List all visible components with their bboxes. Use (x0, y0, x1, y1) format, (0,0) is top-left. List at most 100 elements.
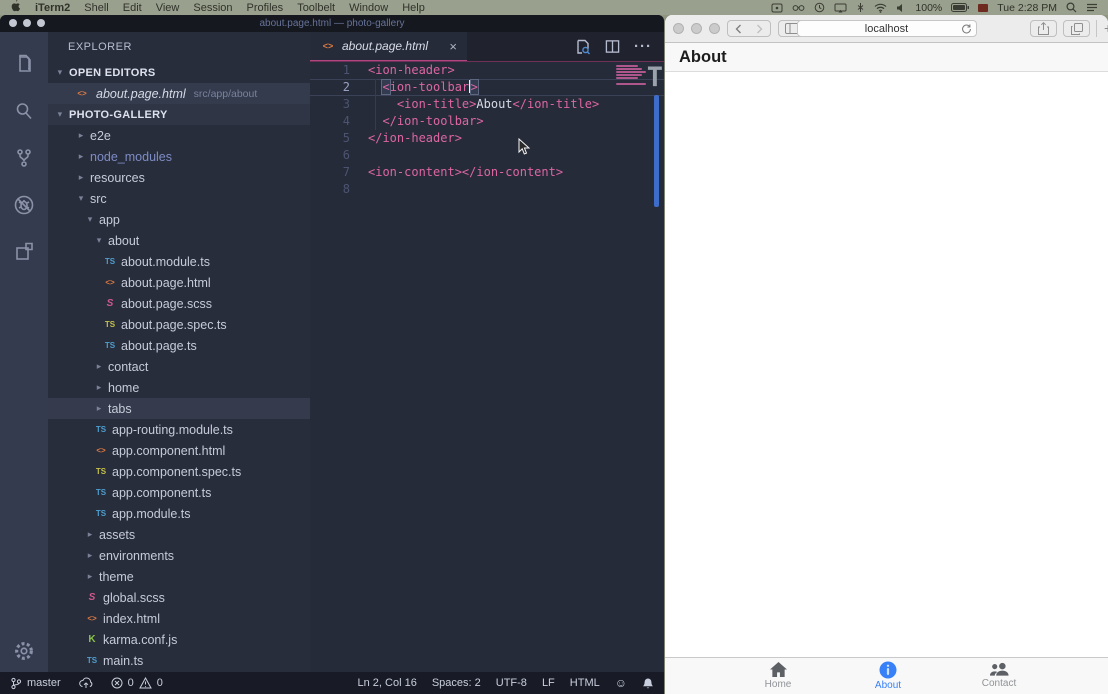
spotlight-icon[interactable] (1066, 2, 1077, 13)
share-icon[interactable] (1030, 20, 1057, 37)
sync-publish-icon[interactable] (79, 677, 93, 689)
code-line-2[interactable]: 2 <ion-toolbar> (310, 79, 664, 96)
project-section[interactable]: ▾PHOTO-GALLERY (48, 104, 310, 125)
reload-icon[interactable] (961, 23, 972, 35)
time-machine-icon[interactable] (814, 2, 825, 13)
code-editor[interactable]: 1<ion-header>2 <ion-toolbar>3 <ion-title… (310, 62, 664, 672)
status-encoding[interactable]: UTF-8 (496, 677, 527, 689)
find-in-file-icon[interactable] (575, 39, 591, 55)
tree-item-about.page.html[interactable]: <>about.page.html (48, 272, 310, 293)
status-language-mode[interactable]: HTML (570, 677, 600, 689)
open-editors-section[interactable]: ▾OPEN EDITORS (48, 62, 310, 83)
status-eol[interactable]: LF (542, 677, 555, 689)
tree-item-tabs[interactable]: ▸tabs (48, 398, 310, 419)
explorer-icon[interactable] (0, 40, 48, 87)
menubar-clock[interactable]: Tue 2:28 PM (997, 2, 1057, 14)
apple-menu-icon[interactable] (10, 0, 21, 15)
menu-shell[interactable]: Shell (84, 2, 108, 14)
address-bar[interactable]: localhost (797, 20, 977, 37)
search-icon[interactable] (0, 87, 48, 134)
tree-item-environments[interactable]: ▸environments (48, 545, 310, 566)
tree-item-e2e[interactable]: ▸e2e (48, 125, 310, 146)
notifications-bell-icon[interactable] (642, 677, 654, 690)
forward-button[interactable] (749, 24, 770, 34)
tree-item-karma.conf.js[interactable]: Kkarma.conf.js (48, 629, 310, 650)
errors-icon[interactable] (111, 677, 123, 689)
tree-item-node_modules[interactable]: ▸node_modules (48, 146, 310, 167)
code-line-8[interactable]: 8 (310, 181, 664, 198)
code-line-1[interactable]: 1<ion-header> (310, 62, 664, 79)
tree-item-app.module.ts[interactable]: TSapp.module.ts (48, 503, 310, 524)
open-editor-item[interactable]: <> about.page.html src/app/about (48, 83, 310, 104)
wifi-icon[interactable] (874, 3, 887, 13)
source-control-icon[interactable] (0, 134, 48, 181)
tree-item-app.component.ts[interactable]: TSapp.component.ts (48, 482, 310, 503)
tree-item-app.component.html[interactable]: <>app.component.html (48, 440, 310, 461)
code-line-5[interactable]: 5</ion-header> (310, 130, 664, 147)
keyboard-brightness-icon[interactable] (856, 2, 865, 13)
branch-name[interactable]: master (27, 677, 61, 689)
code-line-4[interactable]: 4 </ion-toolbar> (310, 113, 664, 130)
menu-view[interactable]: View (156, 2, 180, 14)
battery-icon[interactable] (951, 3, 969, 12)
extensions-icon[interactable] (0, 228, 48, 275)
settings-gear-icon[interactable] (0, 640, 48, 662)
menu-session[interactable]: Session (193, 2, 232, 14)
tree-item-about.module.ts[interactable]: TSabout.module.ts (48, 251, 310, 272)
close-window-button[interactable] (9, 19, 17, 27)
tree-item-theme[interactable]: ▸theme (48, 566, 310, 587)
status-indentation[interactable]: Spaces: 2 (432, 677, 481, 689)
menu-edit[interactable]: Edit (123, 2, 142, 14)
tree-item-app-routing.module.ts[interactable]: TSapp-routing.module.ts (48, 419, 310, 440)
more-actions-icon[interactable]: ··· (634, 38, 652, 55)
notification-center-icon[interactable] (1086, 3, 1098, 12)
tree-item-index.html[interactable]: <>index.html (48, 608, 310, 629)
menu-window[interactable]: Window (349, 2, 388, 14)
code-line-6[interactable]: 6 (310, 147, 664, 164)
airplay-display-icon[interactable] (834, 3, 847, 13)
tree-item-home[interactable]: ▸home (48, 377, 310, 398)
screen-capture-icon[interactable] (771, 3, 783, 13)
split-editor-icon[interactable] (605, 39, 620, 54)
zoom-window-button[interactable] (709, 23, 720, 34)
tree-item-about.page.scss[interactable]: Sabout.page.scss (48, 293, 310, 314)
new-tab-button[interactable]: + (1096, 20, 1108, 37)
code-line-3[interactable]: 3 <ion-title>About</ion-title> (310, 96, 664, 113)
git-branch-icon[interactable] (10, 677, 22, 690)
menu-toolbelt[interactable]: Toolbelt (297, 2, 335, 14)
tab-about-page-html[interactable]: <> about.page.html × (310, 32, 467, 61)
tree-item-main.ts[interactable]: TSmain.ts (48, 650, 310, 671)
tree-item-contact[interactable]: ▸contact (48, 356, 310, 377)
feedback-smiley-icon[interactable]: ☺ (615, 676, 627, 690)
menubar-app-name[interactable]: iTerm2 (35, 2, 70, 14)
tab-overview-icon[interactable] (1063, 20, 1090, 37)
tree-item-app.component.spec.ts[interactable]: TSapp.component.spec.ts (48, 461, 310, 482)
tree-item-about[interactable]: ▾about (48, 230, 310, 251)
input-source-flag-icon[interactable] (978, 4, 988, 12)
close-tab-icon[interactable]: × (449, 40, 457, 53)
menu-help[interactable]: Help (402, 2, 425, 14)
tree-item-app[interactable]: ▾app (48, 209, 310, 230)
tree-item-src[interactable]: ▾src (48, 188, 310, 209)
tree-item-about.page.spec.ts[interactable]: TSabout.page.spec.ts (48, 314, 310, 335)
close-window-button[interactable] (673, 23, 684, 34)
tree-item-resources[interactable]: ▸resources (48, 167, 310, 188)
zoom-window-button[interactable] (37, 19, 45, 27)
code-line-7[interactable]: 7<ion-content></ion-content> (310, 164, 664, 181)
glasses-icon[interactable] (792, 3, 805, 12)
menu-profiles[interactable]: Profiles (247, 2, 284, 14)
tree-item-about.page.ts[interactable]: TSabout.page.ts (48, 335, 310, 356)
tree-item-assets[interactable]: ▸assets (48, 524, 310, 545)
tab-about[interactable]: About (838, 661, 938, 691)
volume-icon[interactable] (896, 3, 906, 13)
back-button[interactable] (728, 24, 749, 34)
vscode-titlebar[interactable]: about.page.html — photo-gallery (0, 15, 664, 32)
debug-icon[interactable] (0, 181, 48, 228)
status-cursor-position[interactable]: Ln 2, Col 16 (358, 677, 417, 689)
minimap[interactable] (616, 65, 650, 86)
warnings-icon[interactable] (139, 677, 152, 689)
minimize-window-button[interactable] (691, 23, 702, 34)
tab-contact[interactable]: Contact (949, 661, 1049, 689)
tree-item-global.scss[interactable]: Sglobal.scss (48, 587, 310, 608)
minimize-window-button[interactable] (23, 19, 31, 27)
